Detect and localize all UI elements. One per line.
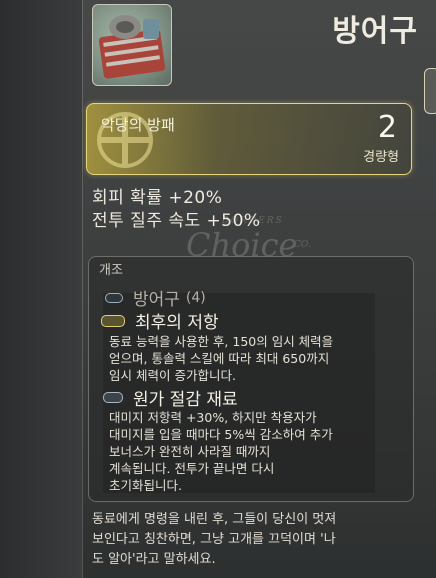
watermark-small: BORDERS [222, 216, 284, 226]
slot-pill-icon [105, 292, 123, 303]
mod-slot-count: (4) [185, 289, 206, 306]
gold-mod-icon [101, 314, 125, 327]
mod-slot-row[interactable]: 방어구 (4) [105, 285, 206, 310]
mod-item-cost-cut[interactable]: 원가 절감 재료 [103, 385, 238, 410]
mod-description: 동료 능력을 사용한 후, 150의 임시 체력을 얻으며, 통솔력 스킬에 따… [109, 334, 334, 383]
mod-slot-label: 방어구 [133, 290, 180, 310]
armor-rank-card: 악당의 방패 2 경량형 [86, 103, 412, 175]
scroll-tab[interactable] [424, 68, 436, 114]
mod-item-last-stand[interactable]: 최후의 저항 [101, 308, 219, 333]
armor-name: 악당의 방패 [101, 116, 175, 134]
armor-rank-number: 2 [377, 110, 397, 145]
steel-mod-icon [103, 392, 123, 403]
armor-weight-type: 경량형 [363, 150, 399, 165]
page-title: 방어구 [332, 14, 418, 49]
mods-section: 개조 방어구 (4) 최후의 저항 동료 능력을 사용한 후, 150의 임시 … [88, 256, 414, 502]
stat-evasion: 회피 확률 +20% [92, 188, 223, 208]
mod-name: 원가 절감 재료 [133, 390, 238, 410]
mod-name: 최후의 저항 [135, 313, 219, 333]
mod-description: 대미지 저항력 +30%, 하지만 착용자가 대미지를 입을 때마다 5%씩 감… [109, 410, 333, 493]
watermark-suffix: CO. [294, 240, 311, 250]
flavor-text: 동료에게 명령을 내린 후, 그들이 당신이 멋져 보인다고 칭찬하면, 그냥 … [92, 512, 337, 567]
armor-bundle-icon[interactable] [92, 4, 172, 86]
left-background [0, 0, 82, 578]
mods-header: 개조 [99, 263, 123, 278]
